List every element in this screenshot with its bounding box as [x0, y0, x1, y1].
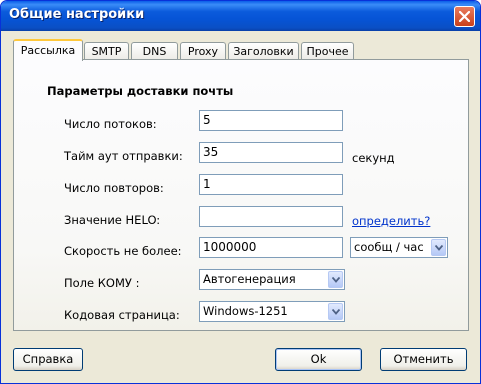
tab-label: Proxy: [187, 45, 219, 58]
helo-input[interactable]: [199, 206, 343, 227]
to-field-select[interactable]: Автогенерация: [199, 269, 345, 290]
tab-label: DNS: [142, 45, 167, 58]
ok-button[interactable]: Ok: [275, 348, 362, 371]
codepage-value: Windows-1251: [203, 304, 288, 318]
chevron-down-icon: [332, 309, 340, 315]
tab-label: Прочее: [306, 45, 349, 58]
codepage-select[interactable]: Windows-1251: [199, 301, 345, 322]
to-field-label: Поле КОМУ :: [64, 276, 140, 290]
tab-headers[interactable]: Заголовки: [228, 42, 299, 60]
tab-dns[interactable]: DNS: [131, 42, 178, 60]
window-title: Общие настройки: [9, 7, 145, 22]
chevron-down-icon: [435, 245, 443, 251]
codepage-label: Кодовая страница:: [64, 308, 180, 322]
tab-label: Заголовки: [233, 45, 294, 58]
speed-input[interactable]: 1000000: [199, 237, 343, 258]
tab-other[interactable]: Прочее: [301, 42, 354, 60]
tab-mailing[interactable]: Рассылка: [13, 39, 83, 61]
cancel-button[interactable]: Отменить: [380, 348, 467, 371]
timeout-unit: секунд: [352, 151, 395, 165]
settings-dialog: Общие настройки Рассылка SMTP DNS Proxy …: [0, 0, 481, 384]
tab-label: Рассылка: [20, 44, 76, 57]
retries-label: Число повторов:: [64, 181, 164, 195]
help-button[interactable]: Справка: [13, 348, 83, 371]
section-title: Параметры доставки почты: [47, 84, 234, 98]
to-field-value: Автогенерация: [203, 272, 296, 286]
tab-label: SMTP: [91, 45, 122, 58]
timeout-label: Тайм аут отправки:: [64, 149, 183, 163]
tab-proxy[interactable]: Proxy: [180, 42, 226, 60]
tab-panel: [13, 59, 469, 331]
helo-label: Значение HELO:: [64, 213, 161, 227]
tab-smtp[interactable]: SMTP: [84, 42, 129, 60]
retries-input[interactable]: 1: [199, 174, 343, 195]
dropdown-button[interactable]: [328, 271, 343, 288]
chevron-down-icon: [332, 277, 340, 283]
threads-input[interactable]: 5: [199, 110, 343, 131]
threads-label: Число потоков:: [64, 117, 157, 131]
speed-unit-select[interactable]: сообщ / час: [350, 237, 448, 258]
speed-unit-value: сообщ / час: [354, 240, 424, 254]
close-button[interactable]: [454, 6, 475, 27]
close-icon: [459, 11, 470, 22]
timeout-input[interactable]: 35: [199, 142, 343, 163]
dropdown-button[interactable]: [431, 239, 446, 256]
speed-label: Скорость не более:: [64, 244, 182, 258]
dropdown-button[interactable]: [328, 303, 343, 320]
detect-helo-link[interactable]: определить?: [352, 214, 430, 228]
title-bar[interactable]: Общие настройки: [1, 1, 480, 31]
